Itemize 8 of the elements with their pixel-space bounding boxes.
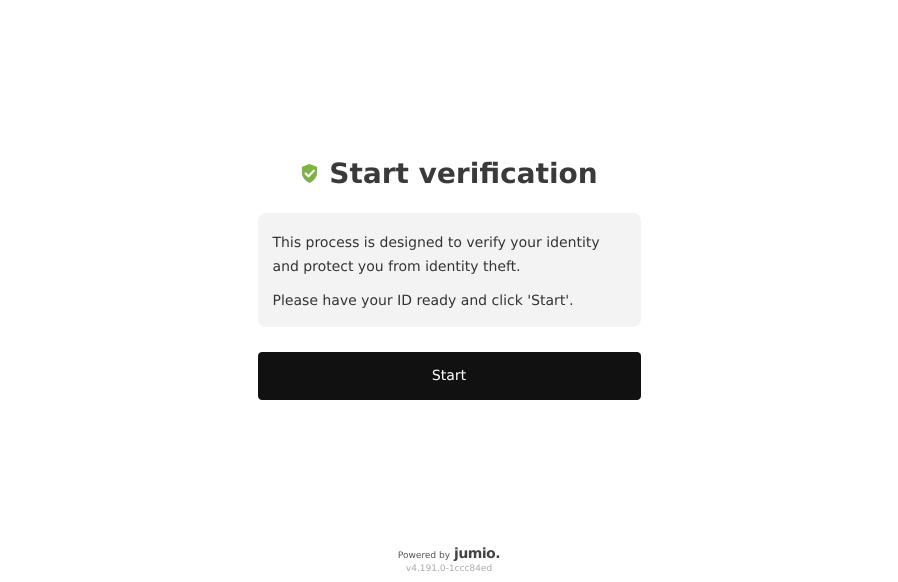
brand-logo: jumio. [454, 546, 500, 562]
version-text: v4.191.0-1ccc84ed [406, 564, 492, 574]
shield-check-icon [300, 162, 320, 184]
powered-by-text: Powered by [398, 551, 450, 561]
start-button[interactable]: Start [258, 352, 640, 400]
info-text: This process is designed to verify your identity and protect you from identity theft. [272, 234, 601, 277]
page-title: Start verification [329, 156, 598, 190]
info-text: Please have your ID ready and click 'Start'. [272, 292, 575, 311]
